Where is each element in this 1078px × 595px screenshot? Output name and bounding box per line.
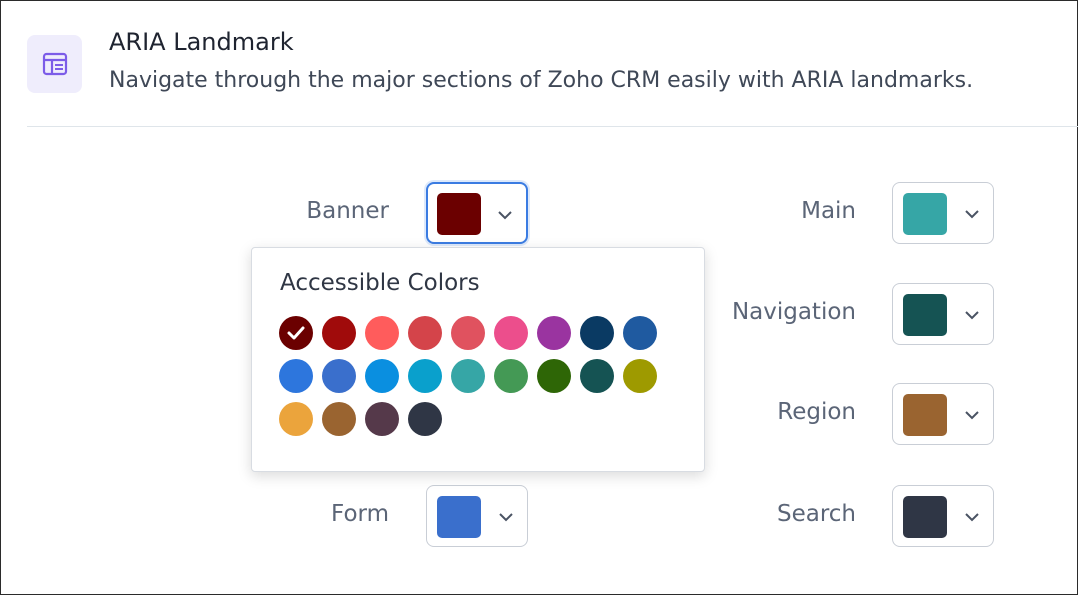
color-option[interactable]: [365, 359, 399, 393]
color-option[interactable]: [365, 316, 399, 350]
color-option[interactable]: [365, 402, 399, 436]
color-option[interactable]: [580, 316, 614, 350]
color-option[interactable]: [279, 316, 313, 350]
color-option[interactable]: [322, 359, 356, 393]
color-option[interactable]: [322, 402, 356, 436]
popup-title: Accessible Colors: [280, 270, 480, 296]
form-color-swatch: [437, 496, 481, 538]
chevron-down-icon: [498, 211, 512, 220]
search-color-swatch: [903, 496, 947, 538]
color-option[interactable]: [494, 359, 528, 393]
chevron-down-icon: [965, 311, 979, 320]
color-option[interactable]: [322, 316, 356, 350]
banner-color-picker[interactable]: [426, 182, 528, 244]
section-title: ARIA Landmark: [109, 28, 294, 56]
checkmark-icon: [287, 326, 305, 340]
main-color-swatch: [903, 193, 947, 235]
color-option[interactable]: [580, 359, 614, 393]
color-option[interactable]: [408, 402, 442, 436]
section-description: Navigate through the major sections of Z…: [109, 68, 974, 93]
color-option[interactable]: [279, 359, 313, 393]
region-color-picker[interactable]: [892, 383, 994, 445]
form-label: Form: [331, 501, 389, 527]
accessible-colors-dropdown: Accessible Colors: [251, 247, 705, 472]
main-color-picker[interactable]: [892, 182, 994, 244]
divider: [27, 126, 1078, 127]
search-color-picker[interactable]: [892, 485, 994, 547]
navigation-color-picker[interactable]: [892, 283, 994, 345]
table-layout-icon: [27, 35, 82, 93]
chevron-down-icon: [965, 513, 979, 522]
main-label: Main: [801, 198, 856, 224]
banner-label: Banner: [306, 198, 389, 224]
form-color-picker[interactable]: [426, 485, 528, 547]
color-option[interactable]: [623, 359, 657, 393]
color-option[interactable]: [451, 359, 485, 393]
color-option[interactable]: [623, 316, 657, 350]
banner-color-swatch: [437, 193, 481, 235]
search-label: Search: [776, 501, 856, 527]
navigation-color-swatch: [903, 294, 947, 336]
chevron-down-icon: [965, 411, 979, 420]
color-option[interactable]: [408, 316, 442, 350]
aria-landmark-panel: ARIA Landmark Navigate through the major…: [0, 0, 1078, 595]
color-option[interactable]: [537, 316, 571, 350]
chevron-down-icon: [499, 513, 513, 522]
color-option[interactable]: [494, 316, 528, 350]
region-color-swatch: [903, 394, 947, 436]
color-option[interactable]: [279, 402, 313, 436]
color-option[interactable]: [537, 359, 571, 393]
color-option[interactable]: [408, 359, 442, 393]
chevron-down-icon: [965, 210, 979, 219]
color-option[interactable]: [451, 316, 485, 350]
